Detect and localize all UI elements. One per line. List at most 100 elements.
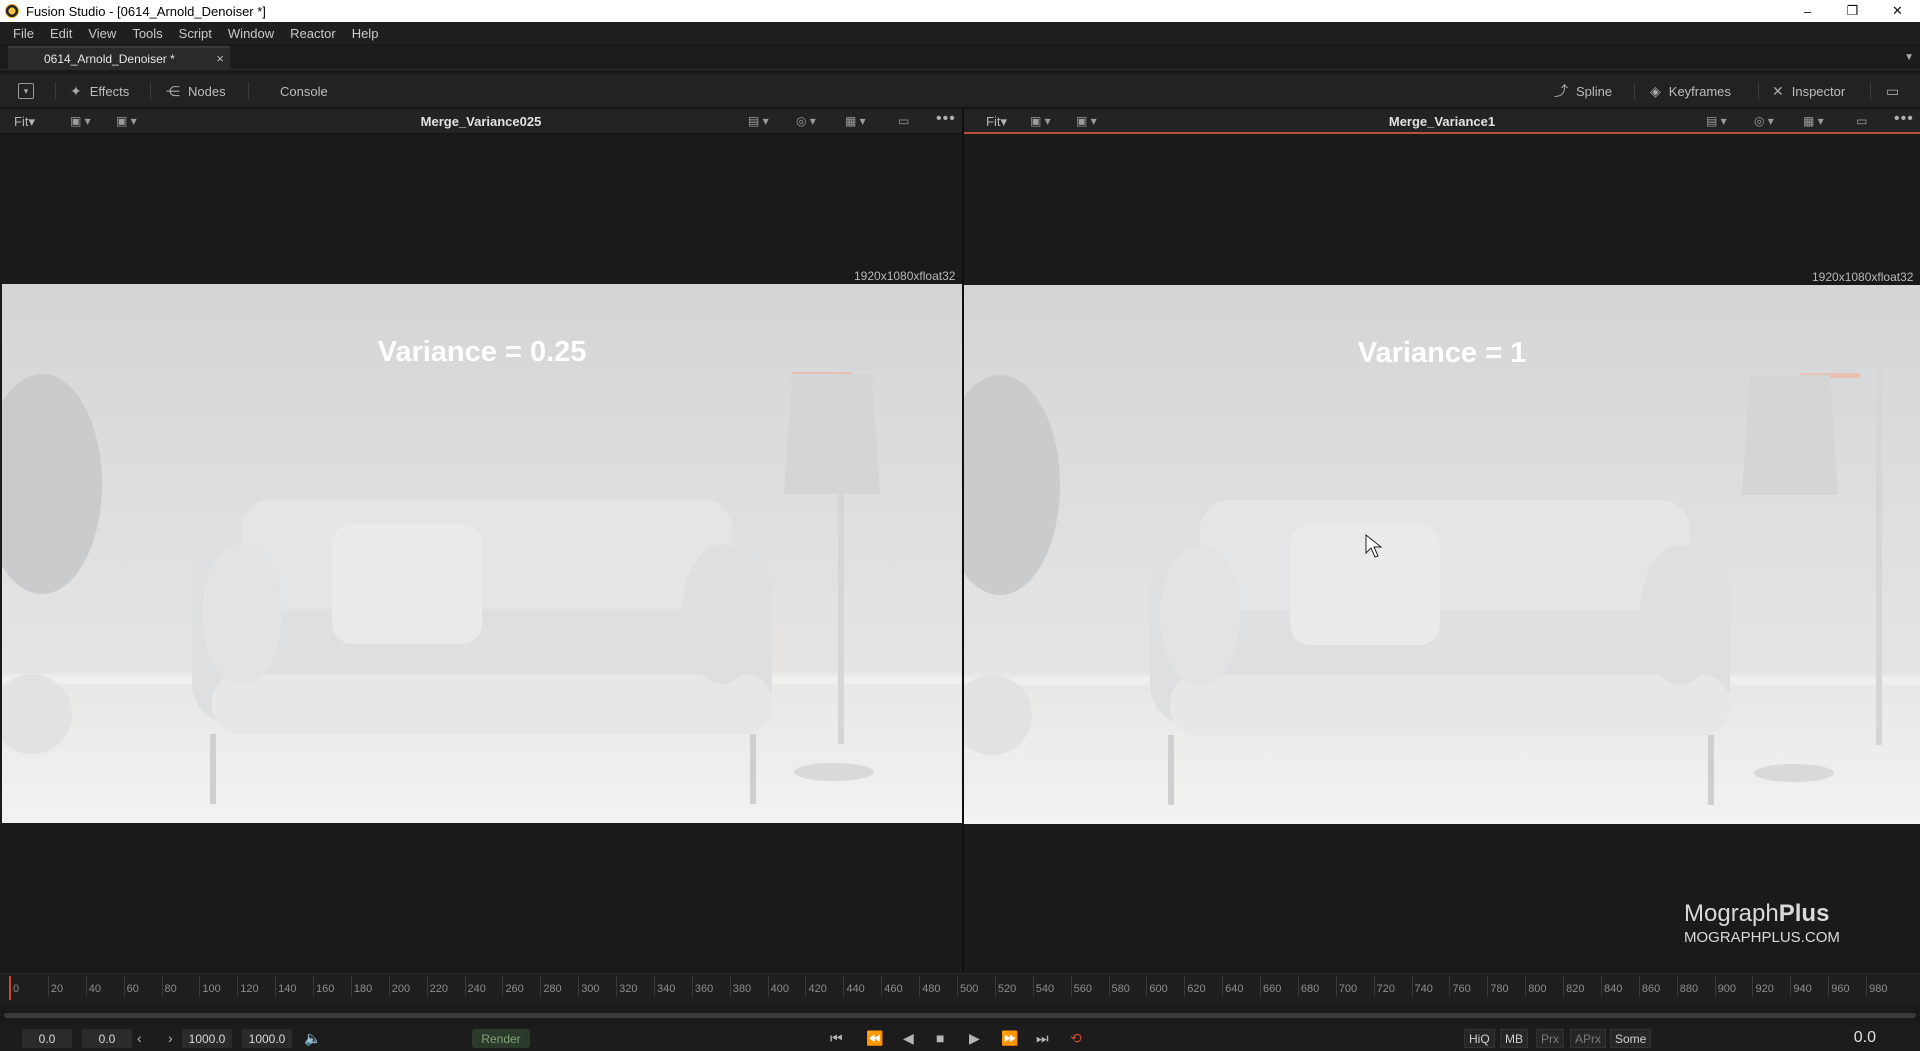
timeline-tick-label: 560 (1073, 983, 1092, 995)
viewer-right-resolution: 1920x1080xfloat32 (1812, 270, 1914, 284)
viewer-left-roi-icon[interactable]: ▤ ▾ (748, 114, 769, 128)
timeline-tick (1260, 976, 1262, 996)
effects-button[interactable]: ✦ Effects (70, 74, 129, 108)
stop-icon[interactable]: ■ (936, 1030, 944, 1046)
keyframes-label: Keyframes (1668, 83, 1731, 99)
global-start-field[interactable]: 0.0 (22, 1029, 72, 1048)
viewer-right-fullscreen-icon[interactable]: ▭ (1856, 114, 1867, 128)
render-end-field[interactable]: 1000.0 (182, 1029, 232, 1048)
viewer-right-channel-icon[interactable]: ◎ ▾ (1754, 114, 1774, 128)
timeline-tick-label: 120 (240, 983, 259, 995)
menu-file[interactable]: File (0, 26, 42, 41)
menu-edit[interactable]: Edit (42, 26, 80, 41)
timeline-tick-label: 960 (1831, 983, 1850, 995)
viewer-right[interactable]: 1920x1080xfloat32 Variance = 1 (964, 135, 1920, 973)
window-title-bar: Fusion Studio - [0614_Arnold_Denoiser *]… (0, 0, 1920, 22)
console-button[interactable]: Console (280, 74, 328, 108)
effects-label: Effects (89, 83, 130, 99)
timeline-tick-label: 760 (1452, 983, 1471, 995)
go-to-start-icon[interactable]: ⏮ (830, 1030, 843, 1047)
timeline-tick (1373, 976, 1375, 996)
timeline-tick (1752, 976, 1754, 996)
viewer-left-options-icon[interactable]: ••• (936, 110, 956, 128)
rewind-icon[interactable]: ⏪ (866, 1030, 883, 1047)
viewer-left[interactable]: 1920x1080xfloat32 Variance = 0.25 (0, 135, 962, 973)
timeline-tick-label: 980 (1869, 983, 1888, 995)
timeline-tick-label: 620 (1187, 983, 1206, 995)
timeline-tick (426, 976, 428, 996)
timeline-tick-label: 780 (1490, 983, 1509, 995)
timeline-tick-label: 40 (88, 983, 101, 995)
timeline-tick (85, 976, 87, 996)
play-reverse-icon[interactable]: ◀ (903, 1030, 914, 1047)
monitor-button[interactable]: ▭ (1886, 74, 1899, 108)
timeline-tick-label: 400 (770, 983, 789, 995)
some-toggle[interactable]: Some (1610, 1029, 1652, 1048)
timeline-tick (47, 976, 49, 996)
timeline-tick (691, 976, 693, 996)
play-icon[interactable]: ▶ (969, 1030, 980, 1047)
tab-list-dropdown-icon[interactable]: ▼ (1904, 52, 1914, 63)
viewer-left-channel-icon[interactable]: ◎ ▾ (796, 114, 816, 128)
menu-script[interactable]: Script (171, 26, 220, 41)
timeline-tick (653, 976, 655, 996)
timeline-tick (388, 976, 390, 996)
hiq-toggle[interactable]: HiQ (1464, 1029, 1495, 1048)
fast-forward-icon[interactable]: ⏩ (1001, 1030, 1018, 1047)
timeline-tick (1449, 976, 1451, 996)
keyframes-button[interactable]: ◈ Keyframes (1650, 74, 1731, 108)
spline-button[interactable]: ⤴ Spline (1554, 74, 1612, 108)
close-tab-icon[interactable]: × (216, 51, 224, 66)
timeline-tick-label: 300 (581, 983, 600, 995)
timeline-scrub-bar[interactable] (4, 1013, 1916, 1018)
viewer-right-image: Variance = 1 (964, 285, 1920, 824)
viewer-right-grid-icon[interactable]: ▦ ▾ (1803, 114, 1824, 128)
minimize-button[interactable]: – (1785, 0, 1830, 22)
viewer-left-fullscreen-icon[interactable]: ▭ (898, 114, 909, 128)
inspector-button[interactable]: ✕ Inspector (1772, 74, 1845, 108)
timeline-playhead[interactable] (9, 976, 11, 1000)
timeline-tick-label: 100 (202, 983, 221, 995)
viewer-right-roi-icon[interactable]: ▤ ▾ (1706, 114, 1727, 128)
timeline-tick (1146, 976, 1148, 996)
timeline-tick (199, 976, 201, 996)
audio-speaker-icon[interactable]: 🔈 (304, 1030, 321, 1047)
step-back-small-icon[interactable]: ‹ (137, 1030, 142, 1046)
restore-button[interactable]: ❐ (1830, 0, 1875, 22)
timeline-tick-label: 420 (808, 983, 827, 995)
global-end-field[interactable]: 1000.0 (242, 1029, 292, 1048)
timeline-tick-label: 520 (997, 983, 1017, 995)
mographplus-watermark: MographPlus MOGRAPHPLUS.COM (1684, 900, 1840, 946)
timeline-tick (1297, 976, 1299, 996)
go-to-end-icon[interactable]: ⏭ (1036, 1030, 1049, 1047)
viewer-left-grid-icon[interactable]: ▦ ▾ (845, 114, 866, 128)
viewer-left-overlay-text: Variance = 0.25 (377, 336, 587, 368)
menu-tools[interactable]: Tools (124, 26, 170, 41)
step-forward-small-icon[interactable]: › (168, 1030, 173, 1046)
viewer-left-resolution: 1920x1080xfloat32 (854, 269, 956, 283)
timeline-tick (464, 976, 466, 996)
viewer-right-options-icon[interactable]: ••• (1894, 110, 1914, 128)
mb-toggle[interactable]: MB (1500, 1029, 1528, 1048)
loop-icon[interactable]: ⟲ (1070, 1030, 1082, 1047)
watermark-brand-bold: Plus (1778, 900, 1830, 927)
timeline-tick (1676, 976, 1678, 996)
current-time-readout[interactable]: 0.0 (1854, 1029, 1876, 1047)
timeline-tick-label: 80 (164, 983, 177, 995)
timeline-tick (161, 976, 163, 996)
menu-reactor[interactable]: Reactor (282, 26, 344, 41)
timeline-tick (881, 976, 883, 996)
nodes-button[interactable]: ⋲ Nodes (166, 74, 226, 108)
prx-toggle[interactable]: Prx (1536, 1029, 1564, 1048)
render-start-field[interactable]: 0.0 (82, 1029, 132, 1048)
menu-help[interactable]: Help (344, 26, 387, 41)
timeline-tick (767, 976, 769, 996)
document-tab[interactable]: 0614_Arnold_Denoiser * × (8, 46, 230, 70)
render-button[interactable]: Render (472, 1029, 530, 1048)
timeline-ruler[interactable]: 0 20 40 60 80 100 120 140 160 180 200 220 240 260 280 3… (0, 973, 1920, 1003)
aprx-toggle[interactable]: APrx (1570, 1029, 1607, 1048)
panel-toggle-button[interactable]: ▾ (18, 74, 34, 108)
menu-window[interactable]: Window (220, 26, 282, 41)
menu-view[interactable]: View (80, 26, 124, 41)
close-window-button[interactable]: ✕ (1875, 0, 1920, 22)
